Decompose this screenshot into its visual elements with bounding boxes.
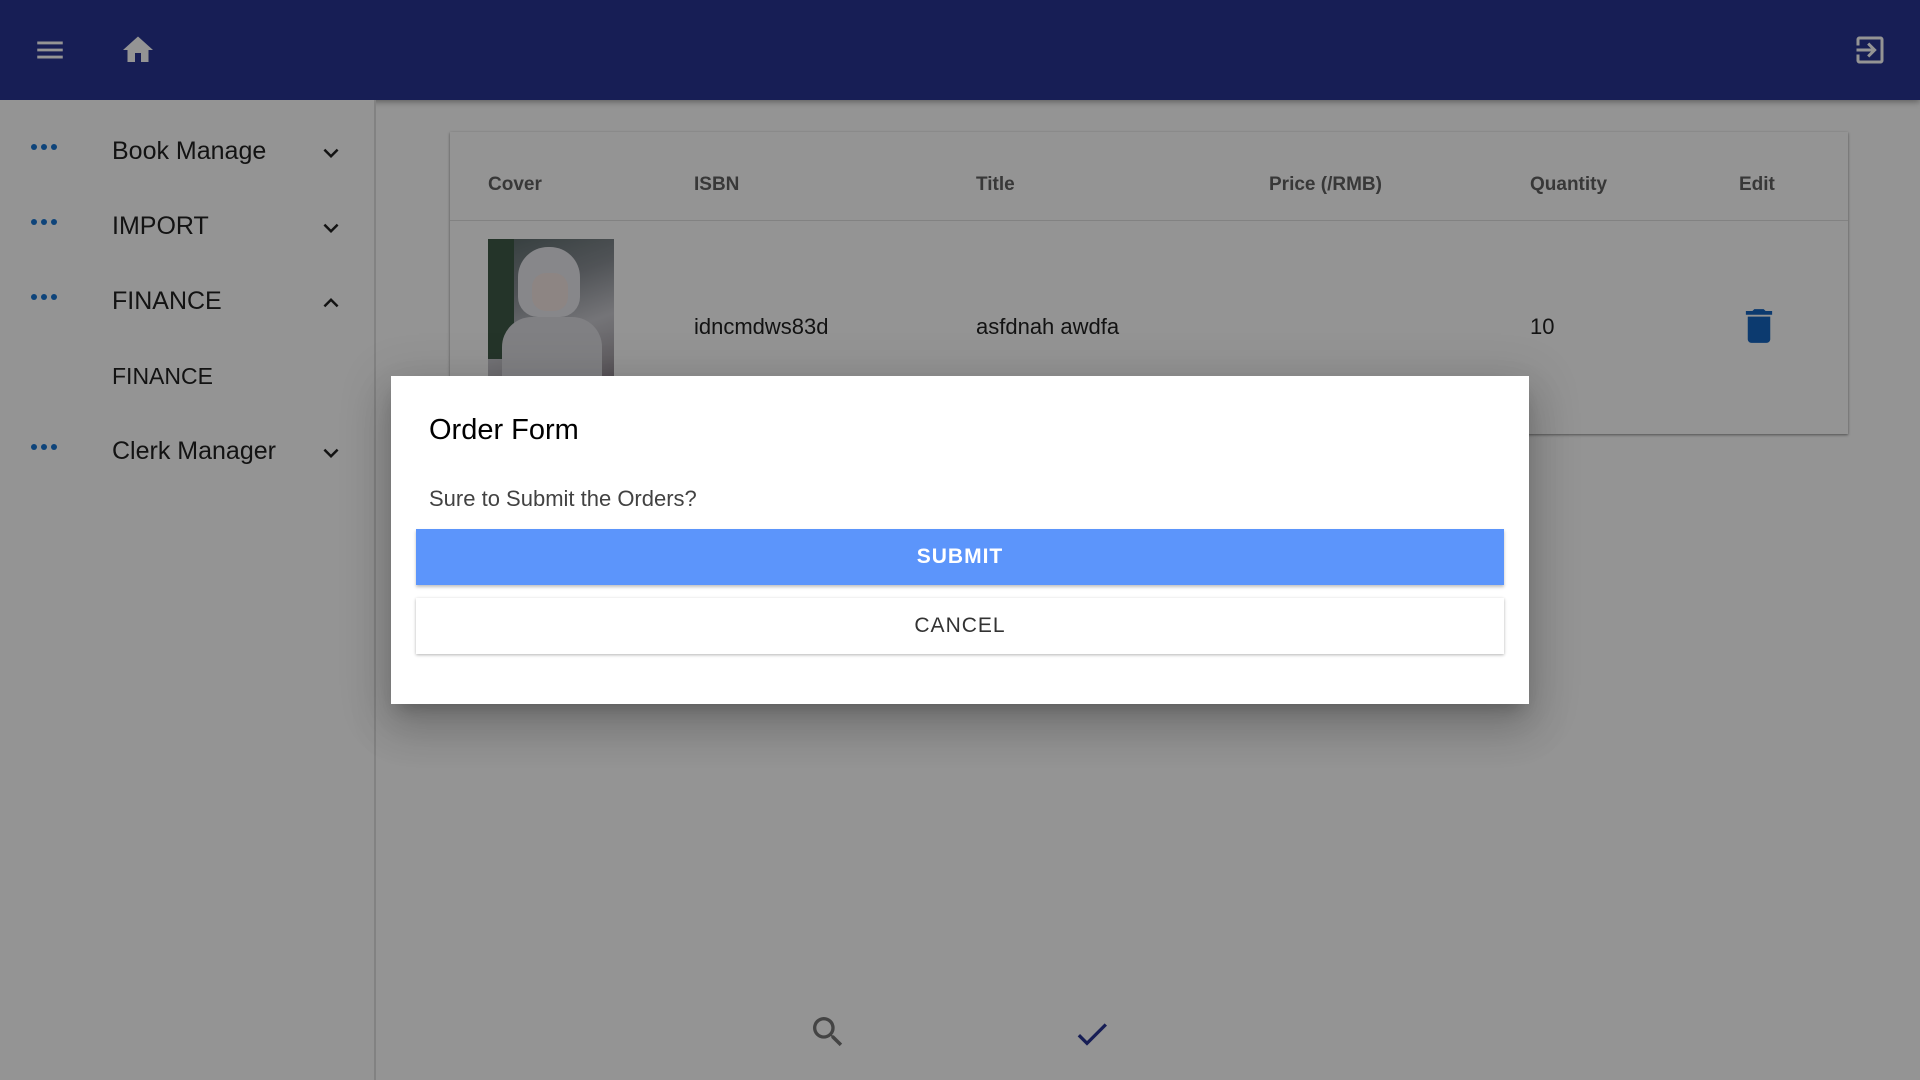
cancel-button[interactable]: CANCEL: [416, 598, 1504, 654]
order-form-dialog: Order Form Sure to Submit the Orders? SU…: [391, 376, 1529, 704]
submit-button[interactable]: SUBMIT: [416, 529, 1504, 585]
dialog-title: Order Form: [429, 414, 579, 446]
dialog-message: Sure to Submit the Orders?: [429, 486, 697, 511]
